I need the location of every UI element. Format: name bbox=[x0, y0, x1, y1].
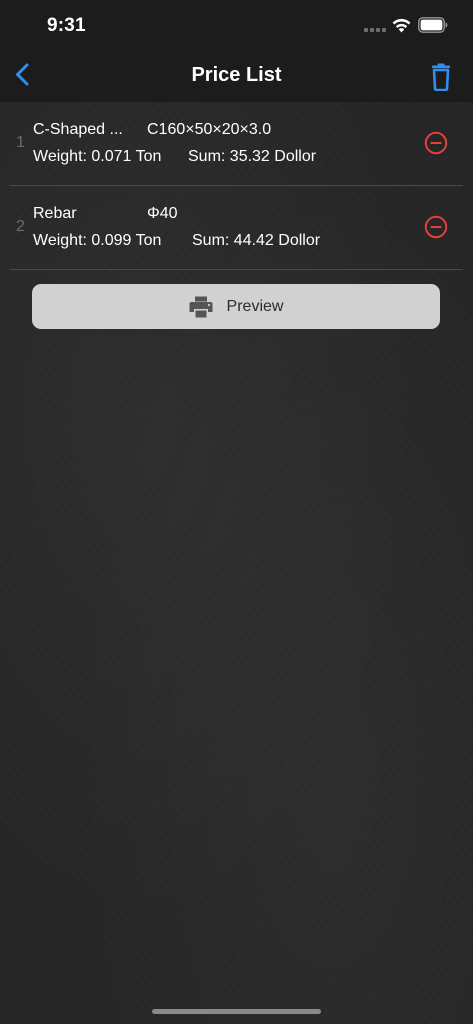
preview-button[interactable]: Preview bbox=[32, 284, 440, 329]
home-indicator[interactable] bbox=[152, 1009, 321, 1014]
item-index: 2 bbox=[16, 218, 25, 235]
trash-icon[interactable] bbox=[428, 63, 454, 91]
preview-label: Preview bbox=[226, 297, 284, 315]
page-title: Price List bbox=[191, 64, 282, 86]
item-sum: Sum: 35.32 Dollor bbox=[188, 148, 317, 165]
status-time: 9:31 bbox=[47, 15, 86, 36]
item-sum: Sum: 44.42 Dollor bbox=[192, 232, 321, 249]
item-weight: Weight: 0.099 Ton bbox=[33, 232, 162, 249]
status-bar: 9:31 bbox=[0, 0, 473, 50]
printer-icon bbox=[189, 296, 213, 317]
navigation-bar: Price List bbox=[0, 50, 473, 102]
price-list: 1 C-Shaped ... C160×50×20×3.0 Weight: 0.… bbox=[0, 102, 473, 270]
wifi-icon bbox=[392, 18, 411, 33]
list-item[interactable]: 2 Rebar Φ40 Weight: 0.099 Ton Sum: 44.42… bbox=[10, 186, 463, 270]
item-name: C-Shaped ... bbox=[33, 121, 123, 138]
remove-item-button[interactable] bbox=[424, 215, 448, 239]
item-spec: Φ40 bbox=[147, 205, 178, 222]
battery-icon bbox=[418, 17, 448, 33]
item-weight: Weight: 0.071 Ton bbox=[33, 148, 162, 165]
list-item[interactable]: 1 C-Shaped ... C160×50×20×3.0 Weight: 0.… bbox=[10, 102, 463, 186]
cellular-signal-icon bbox=[364, 28, 386, 32]
item-spec: C160×50×20×3.0 bbox=[147, 121, 272, 138]
remove-item-button[interactable] bbox=[424, 131, 448, 155]
item-index: 1 bbox=[16, 134, 25, 151]
screen: 9:31 Price List 1 C-Shaped ... C160×50×2… bbox=[0, 0, 473, 1024]
item-name: Rebar bbox=[33, 205, 77, 222]
